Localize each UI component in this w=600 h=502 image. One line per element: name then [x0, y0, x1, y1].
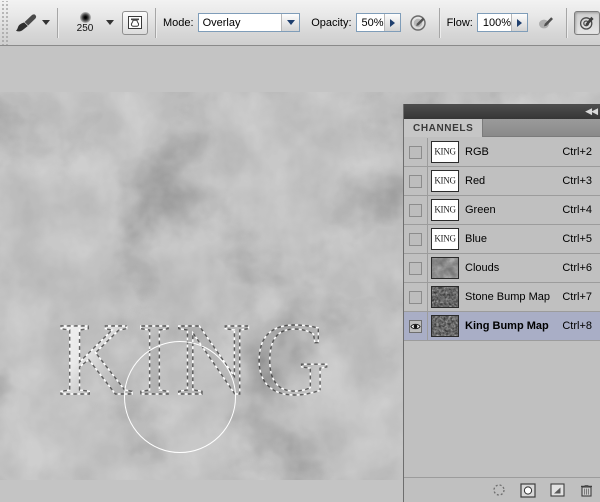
- opacity-label: Opacity:: [311, 16, 352, 29]
- options-divider-1: [57, 7, 58, 38]
- eye-off-icon: [409, 261, 422, 275]
- channel-visibility-toggle[interactable]: [404, 195, 428, 225]
- options-divider-4: [566, 7, 567, 38]
- brush-size-label: 250: [76, 22, 94, 34]
- channel-row-rgb[interactable]: KING RGB Ctrl+2: [404, 137, 600, 167]
- new-channel-icon[interactable]: [549, 482, 565, 498]
- channel-thumbnail[interactable]: KING: [431, 199, 459, 221]
- opacity-input[interactable]: 50%: [355, 13, 401, 32]
- mode-label: Mode:: [163, 16, 194, 29]
- eye-off-icon: [409, 174, 422, 188]
- photoshop-window: 250 Mode: Overlay Opacity: 50% Flow: 100…: [0, 0, 600, 502]
- channel-row-green[interactable]: KING Green Ctrl+4: [404, 195, 600, 225]
- flow-slider-arrow-icon[interactable]: [511, 14, 527, 31]
- eye-icon: [409, 319, 422, 333]
- load-channel-as-selection-icon[interactable]: [491, 482, 507, 498]
- brushes-palette-icon[interactable]: [122, 10, 148, 35]
- brush-circle-cursor: [124, 341, 236, 453]
- channel-row-blue[interactable]: KING Blue Ctrl+5: [404, 224, 600, 254]
- channel-thumbnail[interactable]: KING: [431, 170, 459, 192]
- channel-visibility-toggle[interactable]: [404, 311, 428, 341]
- pressure-opacity-icon[interactable]: [406, 11, 432, 35]
- eye-off-icon: [409, 232, 422, 246]
- channel-thumbnail[interactable]: [431, 257, 459, 279]
- channel-shortcut-label: Ctrl+4: [562, 204, 592, 216]
- options-divider-2: [155, 7, 156, 38]
- channel-visibility-toggle[interactable]: [404, 253, 428, 283]
- eye-off-icon: [409, 203, 422, 217]
- channel-thumbnail-text: KING: [434, 146, 456, 157]
- channel-row-clouds[interactable]: Clouds Ctrl+6: [404, 253, 600, 283]
- flow-input[interactable]: 100%: [476, 13, 528, 32]
- blend-mode-chevron-down-icon[interactable]: [281, 14, 300, 31]
- eye-off-icon: [409, 145, 422, 159]
- channel-thumbnail-text: KING: [434, 204, 456, 215]
- delete-channel-icon[interactable]: [578, 482, 594, 498]
- channel-row-red[interactable]: KING Red Ctrl+3: [404, 166, 600, 196]
- tab-filler: [483, 119, 600, 137]
- tool-options-bar: 250 Mode: Overlay Opacity: 50% Flow: 100…: [0, 0, 600, 46]
- channel-name-label: Red: [465, 175, 486, 187]
- blend-mode-value: Overlay: [202, 16, 241, 29]
- channel-name-label: Green: [465, 204, 496, 216]
- channel-thumbnail[interactable]: [431, 315, 459, 337]
- brush-preset-picker[interactable]: 250: [65, 5, 105, 41]
- opacity-value: 50%: [361, 16, 384, 29]
- flow-label: Flow:: [446, 16, 473, 29]
- collapse-panel-icon[interactable]: ◀◀: [585, 107, 598, 116]
- channel-thumbnail[interactable]: KING: [431, 228, 459, 250]
- pressure-flow-icon[interactable]: [533, 11, 559, 35]
- airbrush-icon[interactable]: [574, 10, 600, 35]
- flow-value: 100%: [482, 16, 511, 29]
- tool-preset-chevron-down-icon[interactable]: [42, 20, 50, 25]
- channel-name-label: Stone Bump Map: [465, 291, 550, 303]
- channel-shortcut-label: Ctrl+8: [562, 320, 592, 332]
- brush-icon[interactable]: [11, 8, 41, 38]
- blend-mode-select[interactable]: Overlay: [197, 13, 301, 32]
- channel-thumbnail-text: KING: [434, 233, 456, 244]
- eye-off-icon: [409, 290, 422, 304]
- options-bar-grip[interactable]: [0, 0, 9, 45]
- tab-channels[interactable]: CHANNELS: [404, 119, 484, 137]
- brush-preset-chevron-down-icon[interactable]: [106, 20, 114, 25]
- channel-list[interactable]: KING RGB Ctrl+2 KING Red Ctrl+3 KING Green Ctrl+…: [404, 137, 600, 477]
- channel-thumbnail-text: KING: [434, 175, 456, 186]
- channel-name-label: RGB: [465, 146, 489, 158]
- channel-thumbnail[interactable]: KING: [431, 141, 459, 163]
- channel-row-stone-bump-map[interactable]: Stone Bump Map Ctrl+7: [404, 282, 600, 312]
- channel-shortcut-label: Ctrl+5: [562, 233, 592, 245]
- channels-panel: ◀◀ CHANNELS KING RGB Ctrl+2 KING Red Ctrl+3 KI…: [403, 104, 600, 502]
- brush-tip-preview-icon: [79, 11, 91, 23]
- channel-visibility-toggle[interactable]: [404, 282, 428, 312]
- channel-name-label: Clouds: [465, 262, 500, 274]
- save-selection-as-channel-icon[interactable]: [520, 482, 536, 498]
- opacity-slider-arrow-icon[interactable]: [383, 14, 400, 31]
- channel-name-label: King Bump Map: [465, 320, 549, 332]
- channel-shortcut-label: Ctrl+6: [562, 262, 592, 274]
- channel-name-label: Blue: [465, 233, 488, 245]
- panel-titlebar[interactable]: ◀◀: [404, 104, 600, 119]
- channel-visibility-toggle[interactable]: [404, 166, 428, 196]
- channel-shortcut-label: Ctrl+7: [562, 291, 592, 303]
- options-divider-3: [438, 7, 440, 38]
- channel-visibility-toggle[interactable]: [404, 224, 428, 254]
- channel-row-king-bump-map[interactable]: King Bump Map Ctrl+8: [404, 311, 600, 341]
- channel-shortcut-label: Ctrl+2: [562, 146, 592, 158]
- channel-visibility-toggle[interactable]: [404, 137, 428, 167]
- channel-shortcut-label: Ctrl+3: [562, 175, 592, 187]
- panel-tabs: CHANNELS: [404, 119, 600, 137]
- panel-footer: [404, 477, 600, 502]
- channel-thumbnail[interactable]: [431, 286, 459, 308]
